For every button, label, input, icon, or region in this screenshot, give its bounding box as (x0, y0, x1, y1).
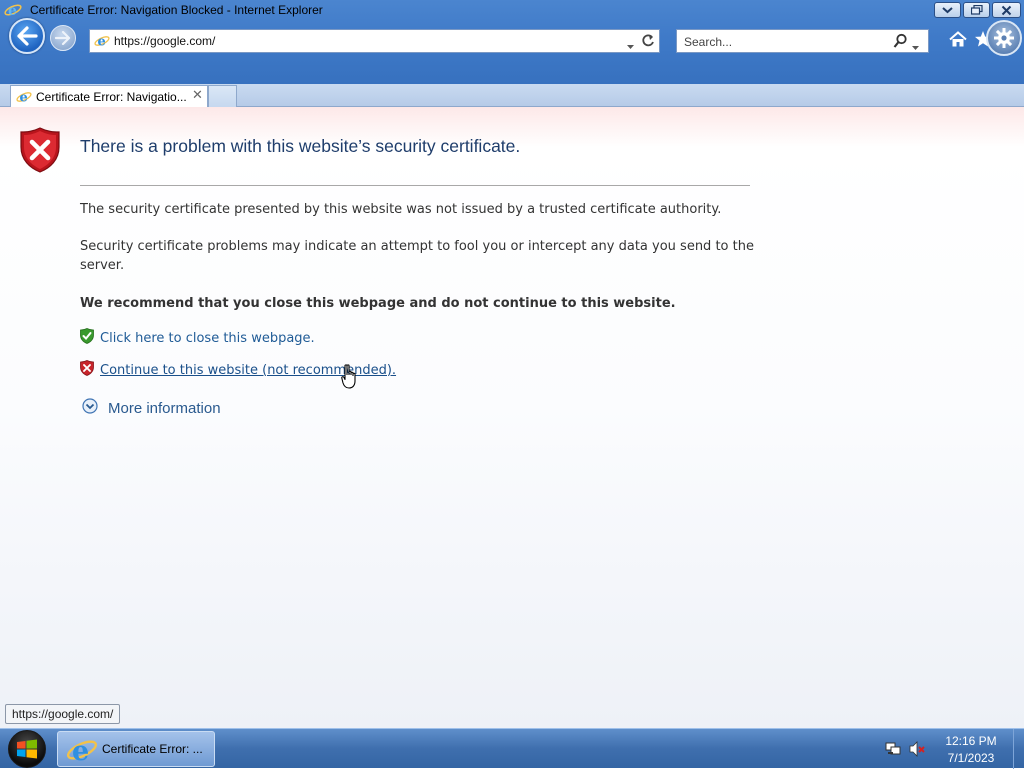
window-title: Certificate Error: Navigation Blocked - … (30, 3, 323, 17)
gear-icon (994, 28, 1014, 48)
tab-label: Certificate Error: Navigatio... (36, 90, 187, 104)
volume-muted-icon[interactable] (909, 741, 927, 761)
red-x-shield-icon (80, 360, 94, 380)
taskbar: e Certificate Error: ... 12:16 PM 7/1/20… (0, 728, 1024, 769)
chevron-down-icon[interactable] (626, 36, 635, 55)
more-information-toggle[interactable]: More information (82, 397, 221, 419)
warning-paragraph: Security certificate problems may indica… (80, 239, 754, 273)
expand-circle-icon (82, 398, 98, 418)
close-window-button[interactable] (992, 2, 1021, 18)
restore-icon (970, 5, 983, 15)
network-icon[interactable] (885, 741, 902, 761)
clock-date: 7/1/2023 (947, 751, 995, 765)
internet-explorer-icon: e (16, 89, 32, 109)
green-check-shield-icon (80, 328, 94, 348)
close-webpage-link[interactable]: Click here to close this webpage. (80, 328, 315, 348)
tools-button[interactable] (986, 20, 1022, 56)
back-arrow-icon (17, 26, 38, 46)
refresh-icon[interactable] (641, 33, 655, 53)
show-desktop-button[interactable] (1013, 729, 1024, 769)
close-icon (1001, 5, 1012, 15)
restore-button[interactable] (963, 2, 990, 18)
internet-explorer-icon: e (94, 33, 110, 53)
internet-explorer-icon: e (66, 735, 98, 769)
svg-text:e: e (72, 736, 89, 765)
search-placeholder: Search... (684, 35, 733, 49)
start-button[interactable] (2, 730, 52, 768)
forward-arrow-icon (55, 31, 71, 45)
address-url: https://google.com/ (114, 34, 216, 48)
search-icon[interactable] (893, 33, 908, 53)
svg-text:e: e (20, 91, 28, 106)
address-bar[interactable]: e https://google.com/ (89, 29, 660, 53)
recommendation-text: We recommend that you close this webpage… (80, 296, 676, 311)
description-paragraph: The security certificate presented by th… (80, 202, 722, 217)
forward-button[interactable] (50, 25, 76, 51)
close-tab-icon[interactable]: ✕ (192, 88, 203, 103)
divider (80, 185, 750, 186)
red-x-shield-icon (20, 127, 60, 177)
start-orb (8, 730, 46, 768)
minimize-button[interactable] (934, 2, 961, 18)
page-content: There is a problem with this website’s s… (0, 107, 1024, 728)
new-tab-button[interactable] (208, 85, 237, 107)
chevron-down-icon[interactable] (911, 37, 920, 56)
tab-certificate-error[interactable]: e Certificate Error: Navigatio... ✕ (10, 85, 208, 107)
clock-time: 12:16 PM (945, 734, 997, 748)
hand-cursor-icon (341, 364, 361, 394)
title-bar: e Certificate Error: Navigation Blocked … (0, 0, 1024, 20)
back-button[interactable] (9, 18, 45, 54)
tab-strip: e Certificate Error: Navigatio... ✕ (0, 84, 1024, 107)
minimize-icon (942, 7, 953, 14)
taskbar-item-label: Certificate Error: ... (102, 742, 203, 756)
home-icon[interactable] (949, 31, 967, 52)
close-webpage-link-label[interactable]: Click here to close this webpage. (100, 331, 315, 346)
taskbar-item-internet-explorer[interactable]: e Certificate Error: ... (57, 731, 215, 767)
status-url-tooltip: https://google.com/ (5, 704, 121, 724)
more-information-label: More information (108, 399, 221, 417)
svg-text:e: e (98, 35, 106, 50)
system-clock[interactable]: 12:16 PM 7/1/2023 (936, 733, 1006, 767)
page-title: There is a problem with this website’s s… (80, 136, 521, 156)
search-input[interactable]: Search... (676, 29, 929, 53)
browser-chrome: e Certificate Error: Navigation Blocked … (0, 0, 1024, 84)
windows-logo-icon (17, 739, 37, 759)
svg-text:e: e (8, 3, 17, 18)
